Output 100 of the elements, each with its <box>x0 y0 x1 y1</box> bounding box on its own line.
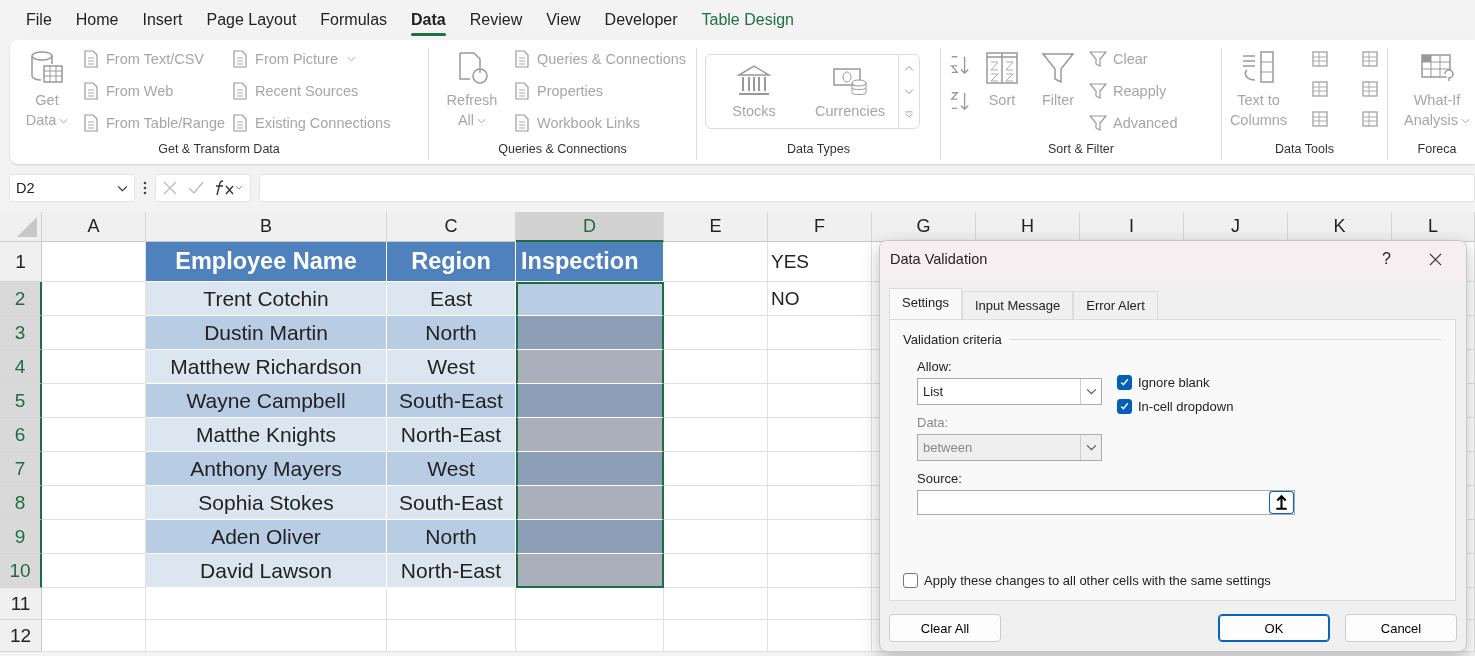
table-cell: North <box>387 520 516 554</box>
allow-dropdown[interactable]: List <box>917 378 1102 405</box>
column-header[interactable]: F <box>768 212 872 242</box>
menu-tab[interactable]: File <box>14 0 64 40</box>
dialog-button[interactable]: OK <box>1218 614 1330 642</box>
group-label: Get & Transform Data <box>157 142 281 158</box>
dialog-button[interactable]: Cancel <box>1345 614 1457 642</box>
dialog-button[interactable]: Clear All <box>889 614 1001 642</box>
menu-tab[interactable]: Page Layout <box>194 0 309 40</box>
menu-tab[interactable]: Review <box>457 0 535 40</box>
table-cell: West <box>387 452 516 486</box>
filter-icon <box>1040 50 1076 86</box>
document-icon <box>513 50 531 68</box>
table-cell: East <box>387 282 516 316</box>
close-icon[interactable] <box>1429 252 1442 266</box>
scroll-up-icon[interactable] <box>904 65 914 72</box>
document-icon <box>231 82 250 100</box>
chevron-down-icon <box>477 118 487 125</box>
help-button[interactable]: ? <box>1382 250 1391 268</box>
triangle-icon <box>17 217 37 237</box>
checkbox[interactable] <box>1117 375 1132 390</box>
filter-icon <box>1089 114 1107 132</box>
table-cell: West <box>387 350 516 384</box>
row-header[interactable]: 12 <box>0 620 42 652</box>
column-header[interactable]: D <box>516 212 664 242</box>
chevron-down-icon <box>1461 118 1470 125</box>
cell-text: YES <box>768 242 872 282</box>
menu-tab[interactable]: View <box>534 0 593 40</box>
name-box[interactable]: D2 <box>9 174 135 202</box>
filter-icon <box>1089 50 1107 68</box>
table-cell: Matthew Richardson <box>146 350 387 384</box>
upload-icon[interactable] <box>1269 491 1294 514</box>
function-icon[interactable] <box>214 180 244 196</box>
source-field[interactable] <box>917 490 1295 515</box>
sort-icon <box>984 50 1020 86</box>
checkbox[interactable] <box>903 573 918 588</box>
document-icon <box>513 114 531 132</box>
row-header[interactable]: 2 <box>0 282 42 316</box>
document-icon <box>82 114 100 132</box>
table-cell: Aden Oliver <box>146 520 387 554</box>
row-header[interactable]: 11 <box>0 588 42 620</box>
table-cell: Anthony Mayers <box>146 452 387 486</box>
row-header[interactable]: 10 <box>0 554 42 588</box>
row-header[interactable]: 6 <box>0 418 42 452</box>
column-header[interactable]: E <box>664 212 768 242</box>
table-cell: North-East <box>387 418 516 452</box>
chevron-down-icon <box>59 118 69 125</box>
menu-tab[interactable]: Formulas <box>308 0 400 40</box>
table-cell: North-East <box>387 554 516 588</box>
menu-tab[interactable]: Home <box>63 0 131 40</box>
document-icon <box>231 50 250 68</box>
column-header[interactable]: A <box>42 212 146 242</box>
chevron-down-icon <box>1085 444 1097 451</box>
document-icon <box>231 114 250 132</box>
formula-input[interactable] <box>259 174 1475 202</box>
menu-tab[interactable]: Data <box>399 0 458 40</box>
menu-tab[interactable]: Developer <box>592 0 690 40</box>
scroll-down-icon[interactable] <box>904 88 914 95</box>
checkbox[interactable] <box>1117 399 1132 414</box>
document-icon <box>82 50 100 68</box>
menu-tab[interactable]: Table Design <box>689 0 806 40</box>
checkmark-icon[interactable] <box>188 180 204 196</box>
chevron-down-icon <box>1085 388 1097 395</box>
document-icon <box>82 82 100 100</box>
field-label: Source: <box>917 471 963 486</box>
row-header[interactable]: 5 <box>0 384 42 418</box>
table-cell: Dustin Martin <box>146 316 387 350</box>
cancel-icon[interactable] <box>162 180 178 196</box>
chevron-down-icon <box>347 56 357 62</box>
dialog-tab[interactable]: Error Alert <box>1073 291 1158 319</box>
dialog-tab[interactable]: Input Message <box>962 291 1074 319</box>
checkbox-label: In-cell dropdown <box>1138 399 1234 414</box>
checkmark-icon <box>1119 377 1130 388</box>
checkbox-label: Ignore blank <box>1138 375 1210 390</box>
table-cell: David Lawson <box>146 554 387 588</box>
text-columns-icon <box>1240 50 1277 86</box>
group-label: Data Types <box>786 142 851 158</box>
row-header[interactable]: 4 <box>0 350 42 384</box>
row-header[interactable]: 3 <box>0 316 42 350</box>
dialog-tab[interactable]: Settings <box>889 288 962 319</box>
database-icon <box>29 50 65 86</box>
row-header[interactable]: 1 <box>0 242 42 282</box>
group-label: Queries & Connections <box>497 142 628 158</box>
menu-tab[interactable]: Insert <box>130 0 195 40</box>
field-label: Data: <box>917 415 950 430</box>
filter-icon <box>1089 82 1107 100</box>
row-header[interactable]: 7 <box>0 452 42 486</box>
checkbox-label: Apply these changes to all other cells with the same settings <box>924 573 1271 588</box>
more-icon[interactable] <box>904 111 914 118</box>
group-label: Data Tools <box>1274 142 1335 158</box>
more-options-icon[interactable] <box>143 181 147 195</box>
table-cell: South-East <box>387 384 516 418</box>
table-cell: North <box>387 316 516 350</box>
row-header[interactable]: 9 <box>0 520 42 554</box>
cell-text: NO <box>768 282 872 316</box>
table-cell: South-East <box>387 486 516 520</box>
group-label: Sort & Filter <box>1047 142 1115 158</box>
table-cell: Inspection <box>516 242 664 282</box>
row-header[interactable]: 8 <box>0 486 42 520</box>
checkmark-icon <box>1119 401 1130 412</box>
